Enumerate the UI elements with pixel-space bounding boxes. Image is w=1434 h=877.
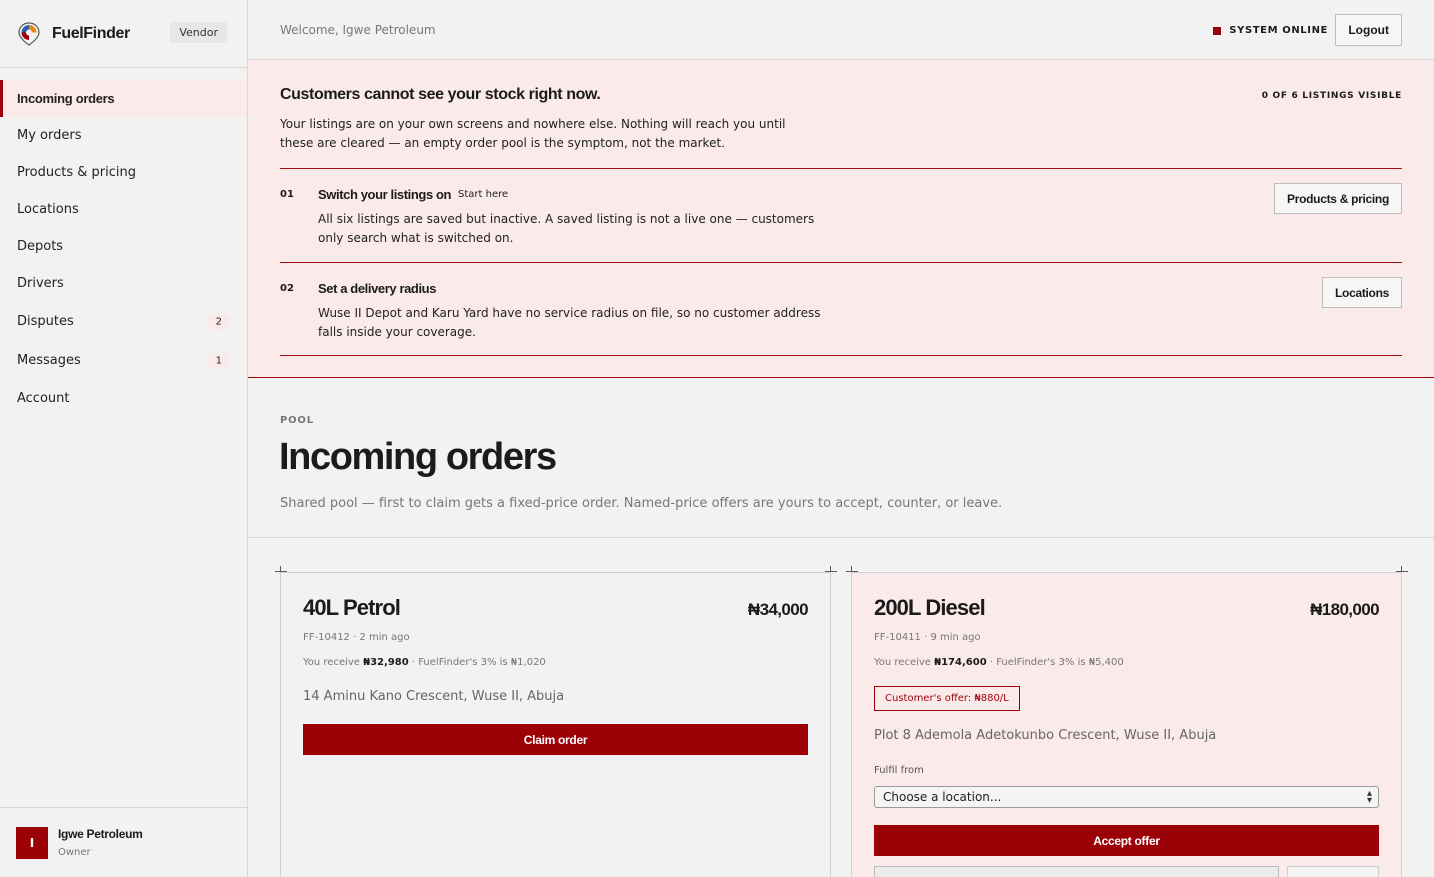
payout-amount: ₦174,600 (934, 657, 987, 668)
payout-prefix: You receive (303, 657, 364, 668)
sidebar-item-depots[interactable]: Depots (0, 228, 247, 265)
alert-title: Customers cannot see your stock right no… (280, 86, 601, 103)
sidebar-item-account[interactable]: Account (0, 380, 247, 417)
accept-offer-button[interactable]: Accept offer (874, 825, 1379, 856)
payout-amount: ₦32,980 (363, 657, 409, 668)
claim-order-button[interactable]: Claim order (303, 724, 808, 755)
alert-body: Your listings are on your own screens an… (280, 117, 786, 150)
order-meta: FF-10412 · 2 min ago (303, 632, 410, 643)
order-price: ₦180,000 (1310, 600, 1380, 619)
step-title: Set a delivery radius (318, 281, 437, 296)
order-title: 200L Diesel (874, 595, 986, 620)
page-title: Incoming orders (279, 436, 557, 478)
step-number: 02 (280, 283, 294, 294)
section-eyebrow: POOL (280, 415, 314, 426)
messages-count-badge: 1 (208, 353, 229, 368)
sidebar-item-my-orders[interactable]: My orders (0, 117, 247, 154)
welcome-text: Welcome, Igwe Petroleum (280, 22, 436, 37)
locations-button[interactable]: Locations (1322, 277, 1402, 308)
user-profile[interactable]: I Igwe Petroleum Owner (0, 807, 247, 877)
products-pricing-button[interactable]: Products & pricing (1274, 183, 1402, 214)
fee-text: · FuelFinder's 3% is ₦1,020 (408, 657, 546, 668)
step-title: Switch your listings on (318, 187, 452, 202)
sidebar-item-locations[interactable]: Locations (0, 191, 247, 228)
sidebar: FuelFinder Vendor Incoming orders My ord… (0, 0, 248, 877)
order-payout: You receive ₦32,980 · FuelFinder's 3% is… (303, 657, 546, 668)
alert-step: 01 Switch your listings on Start here Al… (280, 168, 1402, 262)
logout-button[interactable]: Logout (1335, 14, 1402, 46)
order-meta: FF-10411 · 9 min ago (874, 632, 981, 643)
fuelfinder-logo-icon (18, 21, 40, 46)
sidebar-item-label: My orders (17, 128, 82, 143)
order-price: ₦34,000 (747, 600, 809, 619)
system-status: SYSTEM ONLINE (1213, 25, 1328, 36)
sidebar-item-messages[interactable]: Messages 1 (0, 341, 247, 380)
customer-offer-badge: Customer's offer: ₦880/L (874, 686, 1020, 711)
fee-text: · FuelFinder's 3% is ₦5,400 (986, 657, 1124, 668)
brand: FuelFinder Vendor (0, 0, 247, 68)
fulfil-from-label: Fulfil from (874, 765, 924, 776)
step-body: All six listings are saved but inactive.… (318, 212, 815, 245)
counter-offer-button[interactable] (1287, 866, 1379, 877)
disputes-count-badge: 2 (208, 314, 229, 329)
select-value: Choose a location... (883, 790, 1002, 804)
visibility-alert: Customers cannot see your stock right no… (248, 60, 1434, 378)
avatar: I (16, 826, 48, 859)
step-tag: Start here (458, 189, 509, 200)
user-name: Igwe Petroleum (58, 827, 143, 841)
order-card: 200L Diesel ₦180,000 FF-10411 · 9 min ag… (851, 572, 1402, 877)
sidebar-item-label: Products & pricing (17, 165, 136, 180)
select-arrows-icon: ▴ ▾ (1366, 788, 1372, 806)
sidebar-nav: Incoming orders My orders Products & pri… (0, 68, 247, 417)
fulfil-location-select[interactable]: Choose a location... ▴ ▾ (874, 786, 1379, 808)
vendor-badge: Vendor (170, 22, 227, 43)
topbar: Welcome, Igwe Petroleum SYSTEM ONLINE Lo… (248, 0, 1434, 60)
listings-visible-count: 0 OF 6 LISTINGS VISIBLE (1261, 91, 1402, 101)
sidebar-item-label: Locations (17, 202, 79, 217)
sidebar-item-label: Account (17, 391, 70, 406)
order-payout: You receive ₦174,600 · FuelFinder's 3% i… (874, 657, 1124, 668)
sidebar-item-drivers[interactable]: Drivers (0, 265, 247, 302)
counter-offer-input[interactable] (874, 866, 1279, 877)
sidebar-item-products-pricing[interactable]: Products & pricing (0, 154, 247, 191)
payout-prefix: You receive (874, 657, 935, 668)
app-name: FuelFinder (52, 24, 130, 42)
status-label: SYSTEM ONLINE (1229, 25, 1328, 36)
page-subtitle: Shared pool — first to claim gets a fixe… (280, 496, 1003, 511)
order-address: 14 Aminu Kano Crescent, Wuse II, Abuja (303, 689, 565, 704)
step-number: 01 (280, 189, 294, 200)
order-title: 40L Petrol (303, 595, 401, 620)
sidebar-item-label: Disputes (17, 314, 74, 329)
page-header: POOL Incoming orders Shared pool — first… (248, 378, 1434, 538)
sidebar-item-label: Depots (17, 239, 64, 254)
sidebar-item-incoming-orders[interactable]: Incoming orders (0, 80, 247, 117)
alert-step: 02 Set a delivery radius Wuse II Depot a… (280, 262, 1402, 356)
order-address: Plot 8 Ademola Adetokunbo Crescent, Wuse… (874, 728, 1217, 743)
order-card: 40L Petrol ₦34,000 FF-10412 · 2 min ago … (280, 572, 831, 877)
user-role: Owner (58, 847, 91, 858)
sidebar-item-label: Messages (17, 353, 81, 368)
step-body: Wuse II Depot and Karu Yard have no serv… (318, 306, 821, 339)
status-indicator-icon (1213, 26, 1222, 35)
sidebar-item-label: Incoming orders (17, 91, 115, 106)
sidebar-item-disputes[interactable]: Disputes 2 (0, 302, 247, 341)
sidebar-item-label: Drivers (17, 276, 64, 291)
